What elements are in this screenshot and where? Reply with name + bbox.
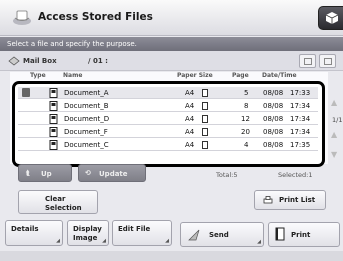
cube-icon [325, 12, 339, 24]
file-time: 17:34 [290, 102, 311, 110]
page-icon [202, 102, 208, 110]
send-label: Send [209, 231, 229, 239]
file-time: 17:34 [290, 128, 311, 136]
details-label: Details [11, 225, 39, 233]
up-arrow-icon: ⮬ [26, 169, 31, 177]
corner-triangle-icon: ◢ [165, 238, 169, 244]
edit-file-label: Edit File [118, 225, 151, 233]
document-icon [49, 114, 58, 124]
file-time: 17:34 [290, 115, 311, 123]
details-button[interactable]: Details ◢ [5, 220, 63, 246]
file-row[interactable]: Document_C A4 4 08/08 17:35 [18, 139, 318, 151]
update-button[interactable]: ⟲ Update [78, 164, 146, 182]
page-title: Access Stored Files [38, 11, 153, 23]
clear-selection-label-line1: Clear [45, 195, 66, 203]
corner-triangle-icon: ◢ [102, 238, 106, 244]
scroll-down-button[interactable]: ▼ [331, 150, 343, 160]
update-label: Update [99, 170, 128, 178]
column-type[interactable]: Type [30, 72, 46, 79]
document-icon [49, 140, 58, 150]
column-name[interactable]: Name [63, 72, 82, 79]
total-count: Total:5 [216, 171, 238, 179]
display-image-label-line2: Image [73, 234, 98, 242]
file-pages: 12 [241, 115, 250, 123]
print-label: Print [291, 231, 311, 239]
display-image-button[interactable]: Display Image ◢ [67, 220, 109, 246]
file-pages: 8 [244, 102, 249, 110]
display-image-label-line1: Display [73, 225, 102, 233]
edit-file-button[interactable]: Edit File ◢ [112, 220, 172, 246]
page-icon [202, 128, 208, 136]
instruction-text: Select a file and specify the purpose. [0, 37, 343, 51]
file-date: 08/08 [263, 115, 284, 123]
corner-triangle-icon: ◢ [56, 238, 60, 244]
stored-files-icon [13, 10, 31, 25]
file-name: Document_B [64, 102, 109, 110]
corner-triangle-icon: ◢ [257, 239, 261, 245]
title-bar: Access Stored Files [0, 0, 343, 36]
file-pages: 4 [244, 141, 249, 149]
page-icon [202, 89, 208, 97]
up-label: Up [41, 170, 52, 178]
file-time: 17:35 [290, 141, 311, 149]
refresh-icon: ⟲ [85, 169, 91, 177]
column-page[interactable]: Page [232, 72, 249, 79]
list-view-button[interactable] [299, 54, 316, 68]
document-icon [49, 101, 58, 111]
clear-selection-button[interactable]: Clear Selection [18, 190, 98, 214]
column-date-time[interactable]: Date/Time [262, 72, 297, 79]
file-date: 08/08 [263, 128, 284, 136]
file-date: 08/08 [263, 102, 284, 110]
print-list-button[interactable]: Print List [254, 190, 326, 210]
file-date: 08/08 [263, 141, 284, 149]
up-button[interactable]: ⮬ Up [18, 164, 72, 182]
print-list-label: Print List [279, 196, 316, 204]
document-icon [49, 127, 58, 137]
file-paper-size: A4 [185, 115, 195, 123]
scroll-up-icon: ▲ [331, 130, 338, 139]
send-button[interactable]: Send ◢ [180, 222, 264, 247]
grid-view-button[interactable] [319, 54, 336, 68]
selected-count: Selected:1 [278, 171, 313, 179]
location-label: Mail Box [23, 57, 57, 65]
file-row[interactable]: Document_B A4 8 08/08 17:34 [18, 100, 318, 112]
file-name: Document_D [64, 115, 110, 123]
send-icon [188, 229, 200, 241]
document-icon [49, 88, 58, 98]
file-pages: 5 [244, 89, 249, 97]
file-name: Document_F [64, 128, 108, 136]
file-row[interactable]: Document_F A4 20 08/08 17:34 [18, 126, 318, 138]
print-icon [275, 227, 285, 241]
grid-view-icon [324, 58, 332, 65]
file-paper-size: A4 [185, 128, 195, 136]
page-icon [202, 115, 208, 123]
file-paper-size: A4 [185, 89, 195, 97]
list-view-icon [304, 58, 312, 65]
file-paper-size: A4 [185, 141, 195, 149]
scroll-up-button[interactable]: ▲ [331, 98, 343, 108]
column-paper-size[interactable]: Paper Size [177, 72, 213, 79]
file-time: 17:33 [290, 89, 311, 97]
page-indicator: 1/1 [332, 116, 343, 124]
selected-check-icon [22, 88, 30, 97]
bottom-band [0, 251, 343, 261]
printer-icon [263, 196, 273, 204]
location-bar: Mail Box / 01 : [0, 51, 343, 71]
print-button[interactable]: Print [268, 222, 340, 247]
file-date: 08/08 [263, 89, 284, 97]
file-paper-size: A4 [185, 102, 195, 110]
box-number: / 01 : [88, 57, 108, 65]
column-headers: Type Name Paper Size Page Date/Time [10, 72, 326, 81]
cube-button[interactable] [318, 6, 343, 30]
mailbox-icon [8, 56, 20, 66]
file-row[interactable]: Document_A A4 5 08/08 17:33 [18, 87, 318, 99]
file-name: Document_A [64, 89, 109, 97]
file-pages: 20 [241, 128, 250, 136]
file-row[interactable]: Document_D A4 12 08/08 17:34 [18, 113, 318, 125]
file-name: Document_C [64, 141, 109, 149]
clear-selection-label-line2: Selection [45, 204, 82, 212]
file-list: Document_A A4 5 08/08 17:33 Document_B A… [12, 81, 325, 167]
page-icon [202, 141, 208, 149]
